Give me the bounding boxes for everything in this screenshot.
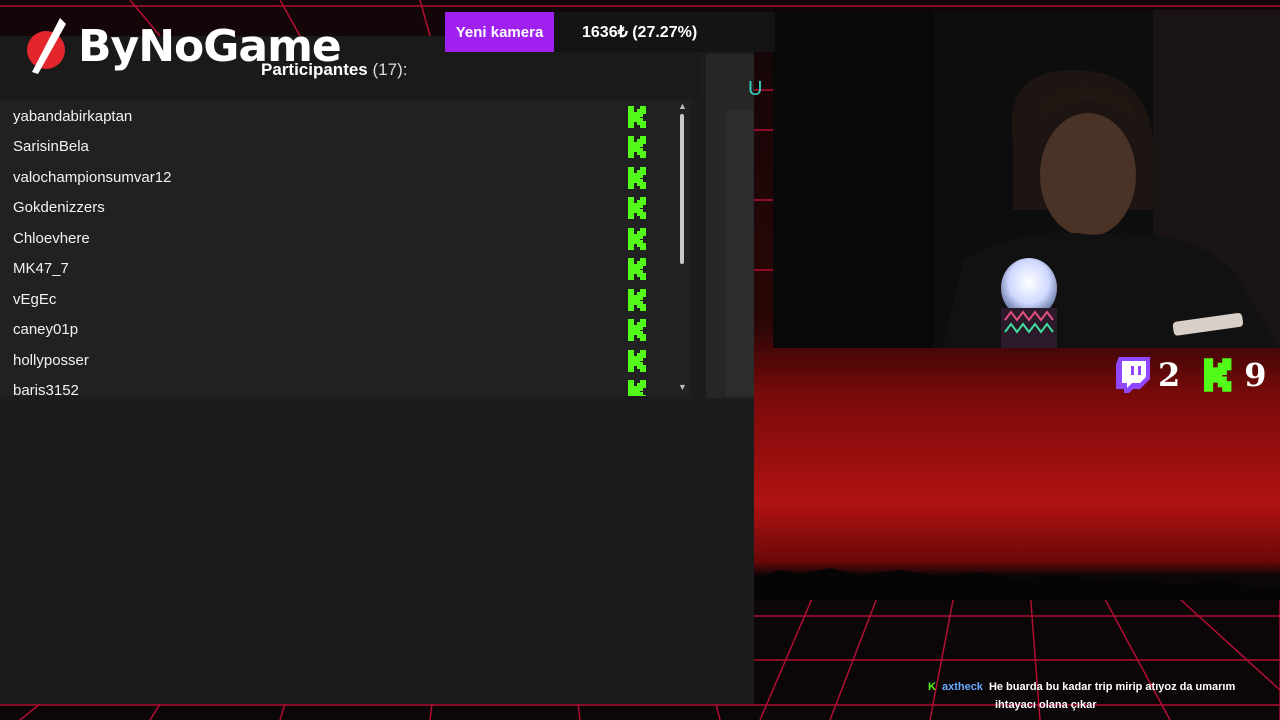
list-item[interactable]: Chloevhere xyxy=(0,224,690,254)
list-item[interactable]: yabandabirkaptan xyxy=(0,102,690,132)
logo-mark-icon xyxy=(27,18,66,74)
kick-icon xyxy=(628,106,646,128)
chat-text-line2: ihtayacı olana çıkar xyxy=(995,699,1097,711)
list-item[interactable]: SarisinBela xyxy=(0,132,690,162)
new-camera-button[interactable]: Yeni kamera xyxy=(445,12,554,52)
kick-icon xyxy=(628,258,646,280)
participant-name: yabandabirkaptan xyxy=(13,108,133,125)
participant-name: baris3152 xyxy=(13,382,79,396)
participant-name: Gokdenizzers xyxy=(13,199,105,216)
stream-topbar: Yeni kamera 1636₺ (27.27%) xyxy=(445,12,775,52)
webcam-image xyxy=(773,10,1280,348)
scroll-up-icon[interactable]: ▲ xyxy=(678,101,687,111)
scroll-down-icon[interactable]: ▼ xyxy=(678,382,687,392)
funding-progress-text: 1636₺ (27.27%) xyxy=(582,24,698,41)
kick-icon xyxy=(628,167,646,189)
kick-icon xyxy=(628,380,646,396)
bynogame-logo: ByNoGame xyxy=(26,16,342,78)
scroll-thumb[interactable] xyxy=(680,114,684,264)
list-item[interactable]: hollyposser xyxy=(0,346,690,376)
kick-icon: K xyxy=(928,681,936,693)
participant-name: Chloevhere xyxy=(13,230,90,247)
list-item[interactable]: caney01p xyxy=(0,315,690,345)
participant-name: valochampionsumvar12 xyxy=(13,169,172,186)
kick-icon xyxy=(628,289,646,311)
kick-icon xyxy=(628,350,646,372)
participant-name: caney01p xyxy=(13,321,79,338)
side-panel-label: U xyxy=(748,78,763,100)
list-item[interactable]: baris3152 xyxy=(0,376,690,396)
side-panel-inner xyxy=(726,110,754,396)
webcam-feed xyxy=(773,10,1280,348)
chat-username: axtheck xyxy=(941,681,983,693)
list-item[interactable]: vEgEc xyxy=(0,285,690,315)
logo-text: ByNoGame xyxy=(78,21,342,72)
participant-name: hollyposser xyxy=(13,352,89,369)
list-item[interactable]: MK47_7 xyxy=(0,254,690,284)
participants-panel: Participantes (17): yabandabirkaptan Sar… xyxy=(0,36,762,704)
list-item[interactable]: Gokdenizzers xyxy=(0,193,690,223)
kick-icon xyxy=(1204,358,1232,392)
participant-name: SarisinBela xyxy=(13,138,89,155)
platform-viewer-counts: 2 9 xyxy=(1116,356,1267,394)
side-panel: U xyxy=(706,54,762,406)
kick-icon xyxy=(628,197,646,219)
list-scrollbar[interactable]: ▲ ▼ xyxy=(676,100,688,396)
twitch-count: 2 xyxy=(1158,356,1181,394)
participant-name: MK47_7 xyxy=(13,260,69,277)
participants-list[interactable]: yabandabirkaptan SarisinBela valochampio… xyxy=(0,100,690,396)
chat-text-line1: He buarda bu kadar trip mirip atıyoz da … xyxy=(988,681,1236,693)
kick-count: 9 xyxy=(1244,356,1267,394)
participant-name: vEgEc xyxy=(13,291,57,308)
list-item[interactable]: valochampionsumvar12 xyxy=(0,163,690,193)
kick-icon xyxy=(628,228,646,250)
twitch-icon xyxy=(1116,357,1150,393)
kick-icon xyxy=(628,319,646,341)
chat-message: Kaxtheck He buarda bu kadar trip mirip at… xyxy=(928,678,1268,714)
kick-icon xyxy=(628,136,646,158)
panel-empty-area xyxy=(0,398,754,704)
participants-count: (17): xyxy=(372,60,408,79)
